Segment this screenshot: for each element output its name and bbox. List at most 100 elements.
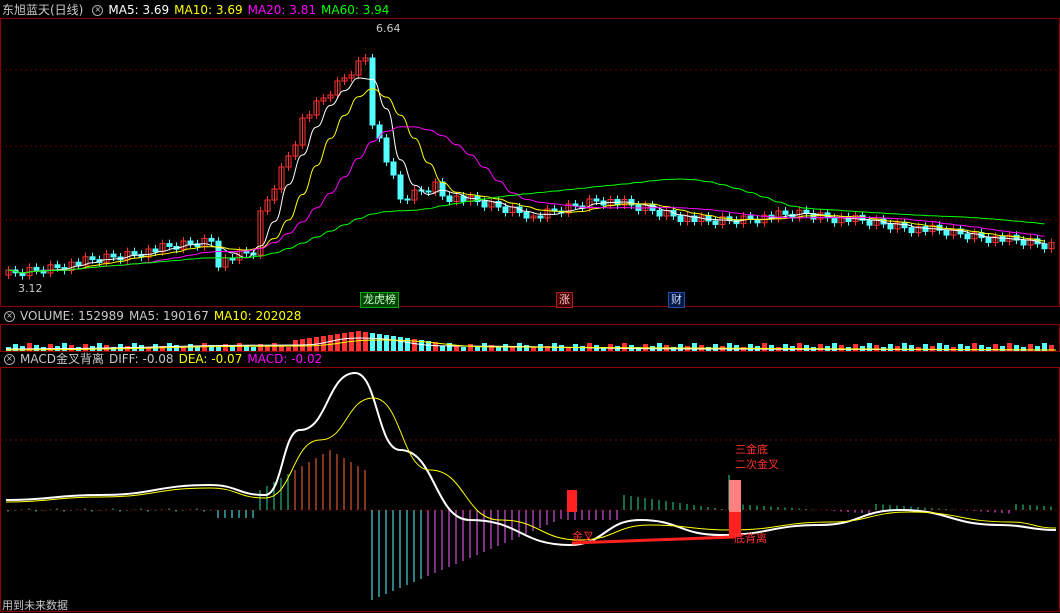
- candle-body: [502, 206, 509, 213]
- volume-bar: [818, 344, 823, 351]
- volume-bar: [895, 346, 900, 351]
- volume-bar: [363, 332, 368, 351]
- stock-name: 东旭蓝天(日线): [2, 3, 84, 17]
- volume-ma5-label: MA5: 190167: [128, 309, 209, 323]
- candle-body: [397, 174, 404, 200]
- volume-bar: [657, 343, 662, 351]
- volume-bar: [83, 344, 88, 351]
- volume-bar: [468, 344, 473, 351]
- volume-bar: [622, 343, 627, 351]
- volume-bar: [727, 343, 732, 351]
- candle-body: [439, 181, 446, 197]
- volume-bar: [853, 344, 858, 351]
- ma10-line: [8, 88, 1045, 274]
- candle-body: [887, 223, 894, 230]
- volume-bar: [398, 337, 403, 351]
- volume-bar: [580, 346, 585, 351]
- settings-circle-icon[interactable]: ×: [4, 311, 15, 322]
- candle-body: [922, 226, 929, 232]
- ma10-label: MA10: 3.69: [174, 3, 243, 17]
- candle-body: [677, 215, 684, 222]
- volume-bar: [328, 335, 333, 351]
- volume-bar: [384, 335, 389, 351]
- macd-panel-header: × MACD金叉背离 DIFF: -0.08 DEA: -0.07 MACD: -0.0…: [0, 351, 327, 367]
- candle-body: [712, 220, 719, 225]
- volume-bar: [440, 346, 445, 351]
- candle-body: [908, 227, 915, 234]
- candle-body: [75, 261, 82, 266]
- finance-tag[interactable]: 财: [668, 292, 685, 308]
- candle-body: [33, 266, 40, 271]
- candle-body: [131, 251, 138, 255]
- volume-bar: [559, 345, 564, 351]
- candle-body: [383, 137, 390, 163]
- settings-circle-icon[interactable]: ×: [92, 5, 104, 16]
- volume-bar: [930, 346, 935, 351]
- golden-cross-annotation: 金叉: [572, 530, 594, 543]
- bottom-divergence-annotation: 底背离: [734, 532, 767, 545]
- candle-body: [705, 215, 712, 222]
- volume-bar: [804, 345, 809, 351]
- candle-body: [481, 201, 488, 208]
- price-panel-frame: [0, 18, 1060, 307]
- volume-bar: [797, 343, 802, 351]
- volume-bar: [496, 347, 501, 351]
- volume-bar: [839, 345, 844, 351]
- candle-body: [110, 253, 117, 258]
- volume-bar: [524, 345, 529, 351]
- dragon-tiger-tag[interactable]: 龙虎榜: [360, 292, 399, 308]
- second-cross-annotation: 二次金叉: [735, 458, 779, 471]
- candle-body: [1020, 239, 1027, 246]
- macd-title: MACD金叉背离: [20, 352, 104, 366]
- candle-body: [985, 237, 992, 244]
- candle-body: [943, 229, 950, 236]
- candle-body: [152, 248, 159, 253]
- volume-bar: [874, 345, 879, 351]
- candle-body: [89, 256, 96, 261]
- macd-dea-line: [5, 397, 1057, 541]
- chart-canvas[interactable]: [0, 0, 1060, 613]
- candle-body: [656, 210, 663, 217]
- candle-body: [446, 195, 453, 202]
- volume-bar: [377, 334, 382, 351]
- candle-body: [901, 222, 908, 229]
- macd-value-label: MACD: -0.02: [247, 352, 323, 366]
- volume-bar: [909, 345, 914, 351]
- low-price-label: 3.12: [18, 282, 43, 295]
- volume-bar: [748, 344, 753, 351]
- candle-body: [390, 161, 397, 176]
- settings-circle-icon[interactable]: ×: [4, 354, 15, 365]
- macd-diff-line: [5, 371, 1057, 547]
- volume-bar: [391, 336, 396, 351]
- volume-bar: [335, 334, 340, 351]
- candle-body: [866, 219, 873, 226]
- ma5-label: MA5: 3.69: [108, 3, 170, 17]
- candle-body: [537, 215, 544, 219]
- candle-body: [1041, 243, 1048, 250]
- volume-bar: [692, 343, 697, 351]
- volume-bar: [783, 344, 788, 351]
- future-data-footer: 用到未来数据: [2, 599, 68, 612]
- candle-body: [831, 217, 838, 224]
- candle-body: [523, 212, 530, 219]
- limit-up-tag[interactable]: 涨: [556, 292, 573, 308]
- candle-body: [782, 210, 789, 215]
- candle-body: [369, 57, 376, 126]
- volume-bar: [97, 343, 102, 351]
- volume-bar: [405, 338, 410, 351]
- candle-body: [404, 198, 411, 201]
- volume-title: VOLUME: 152989: [20, 309, 124, 323]
- volume-bar: [713, 344, 718, 351]
- volume-bar: [986, 347, 991, 351]
- volume-bar: [461, 347, 466, 351]
- candle-body: [425, 190, 432, 193]
- volume-bar: [762, 343, 767, 351]
- volume-panel-header: × VOLUME: 152989 MA5: 190167 MA10: 202028: [0, 308, 306, 324]
- volume-bar: [237, 343, 242, 351]
- third-bottom-annotation: 三金底: [735, 443, 768, 456]
- price-panel-header: 东旭蓝天(日线) × MA5: 3.69 MA10: 3.69 MA20: 3.81 MA…: [0, 2, 394, 18]
- candle-body: [964, 233, 971, 240]
- candle-body: [999, 235, 1006, 242]
- volume-ma10-label: MA10: 202028: [213, 309, 302, 323]
- golden-cross-marker: [567, 490, 577, 512]
